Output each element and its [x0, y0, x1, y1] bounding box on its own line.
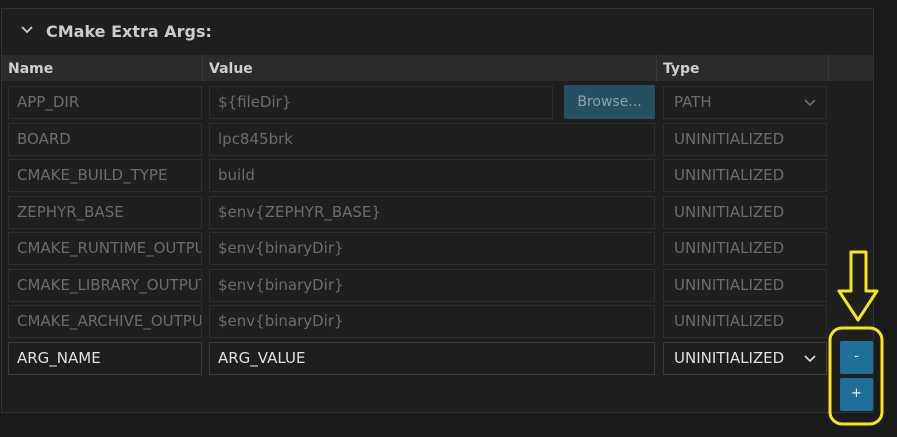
section-title: CMake Extra Args:: [46, 22, 212, 41]
arg-type-value: UNINITIALIZED: [674, 166, 785, 184]
arg-name-field[interactable]: CMAKE_RUNTIME_OUTPUT: [8, 232, 202, 265]
arg-name-field[interactable]: BOARD: [8, 123, 202, 156]
arg-type-select[interactable]: PATH: [663, 86, 827, 119]
arg-type-value: UNINITIALIZED: [674, 130, 785, 148]
chevron-down-icon[interactable]: [19, 21, 35, 37]
column-header-name-label: Name: [8, 61, 54, 77]
arg-type-select[interactable]: UNINITIALIZED: [663, 305, 827, 338]
add-row-button[interactable]: +: [840, 378, 873, 411]
arg-type-select[interactable]: UNINITIALIZED: [663, 232, 827, 265]
chevron-down-icon: [804, 99, 816, 107]
arg-value-field[interactable]: $env{binaryDir}: [209, 269, 655, 302]
arg-type-select[interactable]: UNINITIALIZED: [663, 123, 827, 156]
arg-name-field[interactable]: CMAKE_LIBRARY_OUTPUT: [8, 269, 202, 302]
column-header-actions: [829, 55, 873, 81]
arg-value-field[interactable]: build: [209, 159, 655, 192]
column-header-value: Value: [203, 55, 657, 81]
arg-type-select[interactable]: UNINITIALIZED: [663, 196, 827, 229]
arg-value-field[interactable]: $env{binaryDir}: [209, 232, 655, 265]
arg-type-value: UNINITIALIZED: [674, 203, 785, 221]
arg-value-field[interactable]: ${fileDir}: [209, 86, 553, 119]
new-arg-type-select[interactable]: UNINITIALIZED: [663, 342, 827, 375]
column-header-type: Type: [657, 55, 829, 81]
arg-name-field[interactable]: CMAKE_ARCHIVE_OUTPUT: [8, 305, 202, 338]
arg-name-field[interactable]: ZEPHYR_BASE: [8, 196, 202, 229]
new-arg-type-value: UNINITIALIZED: [674, 349, 785, 367]
new-arg-value-input[interactable]: ARG_VALUE: [209, 342, 655, 375]
arg-type-select[interactable]: UNINITIALIZED: [663, 159, 827, 192]
column-header-name: Name: [2, 55, 203, 81]
arg-type-value: PATH: [674, 93, 712, 111]
browse-button[interactable]: Browse...: [564, 85, 655, 119]
new-arg-name-input[interactable]: ARG_NAME: [8, 342, 202, 375]
arg-type-value: UNINITIALIZED: [674, 312, 785, 330]
column-header-type-label: Type: [663, 61, 700, 77]
arg-value-field[interactable]: $env{binaryDir}: [209, 305, 655, 338]
arg-value-field[interactable]: lpc845brk: [209, 123, 655, 156]
arg-type-value: UNINITIALIZED: [674, 276, 785, 294]
section-header[interactable]: CMake Extra Args:: [2, 9, 873, 55]
arg-value-field[interactable]: $env{ZEPHYR_BASE}: [209, 196, 655, 229]
arg-type-value: UNINITIALIZED: [674, 239, 785, 257]
arg-name-field[interactable]: APP_DIR: [8, 86, 202, 119]
arg-name-field[interactable]: CMAKE_BUILD_TYPE: [8, 159, 202, 192]
arg-type-select[interactable]: UNINITIALIZED: [663, 269, 827, 302]
remove-row-button[interactable]: -: [840, 341, 873, 374]
chevron-down-icon: [804, 355, 816, 363]
column-header-value-label: Value: [209, 61, 253, 77]
